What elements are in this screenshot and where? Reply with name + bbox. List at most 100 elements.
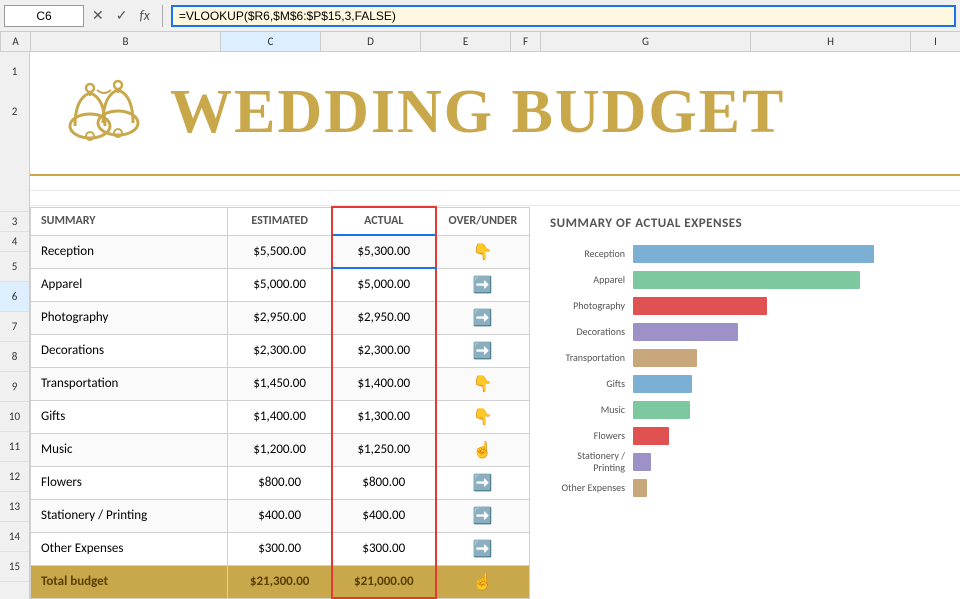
cell-over-under[interactable]: ➡️ [436,334,530,367]
chart-bar-row: Music [550,399,940,421]
chart-title: SUMMARY OF ACTUAL EXPENSES [550,216,940,231]
chart-bar-row: Stationery / Printing [550,451,940,473]
table-row[interactable]: Music $1,200.00 $1,250.00 ☝️ [31,433,530,466]
cell-reference-box[interactable] [4,5,84,27]
cell-over-under[interactable]: ➡️ [436,268,530,301]
cell-name[interactable]: Stationery / Printing [31,499,228,532]
chart-bar-label: Other Expenses [550,482,625,494]
cell-estimated[interactable]: $1,400.00 [228,400,332,433]
cell-actual[interactable]: $1,400.00 [332,367,436,400]
table-row[interactable]: Other Expenses $300.00 $300.00 ➡️ [31,532,530,565]
confirm-icon[interactable]: ✓ [112,7,132,24]
chart-section: SUMMARY OF ACTUAL EXPENSES Reception App… [530,206,960,599]
table-row[interactable]: Flowers $800.00 $800.00 ➡️ [31,466,530,499]
chart-bar [633,453,651,471]
chart-bar [633,297,767,315]
col-header-g[interactable]: G [541,32,751,51]
cell-estimated[interactable]: $1,200.00 [228,433,332,466]
cell-actual[interactable]: $5,300.00 [332,235,436,268]
col-header-h[interactable]: H [751,32,911,51]
cell-name[interactable]: Transportation [31,367,228,400]
budget-section: SUMMARY ESTIMATED ACTUAL OVER/UNDER Rece… [30,206,530,599]
col-header-c[interactable]: C [221,32,321,51]
cell-actual[interactable]: $5,000.00 [332,268,436,301]
row-num-5: 5 [0,252,29,282]
cell-total-actual: $21,000.00 [332,565,436,598]
table-row[interactable]: Transportation $1,450.00 $1,400.00 👇 [31,367,530,400]
row-num-11: 11 [0,432,29,462]
chart-bar-label: Music [550,404,625,416]
col-header-a[interactable]: A [1,32,31,51]
table-header-row: SUMMARY ESTIMATED ACTUAL OVER/UNDER [31,207,530,235]
row-num-6: 6 [0,282,29,312]
cell-name[interactable]: Other Expenses [31,532,228,565]
cell-estimated[interactable]: $5,500.00 [228,235,332,268]
chart-bar [633,271,860,289]
cell-over-under[interactable]: ➡️ [436,301,530,334]
table-row[interactable]: Stationery / Printing $400.00 $400.00 ➡️ [31,499,530,532]
cell-name[interactable]: Decorations [31,334,228,367]
bells-decoration [60,68,150,158]
cell-total-label: Total budget [31,565,228,598]
bells-svg [60,68,150,158]
chart-bar [633,349,697,367]
cell-over-under[interactable]: ➡️ [436,532,530,565]
chart-bar [633,375,692,393]
cell-estimated[interactable]: $1,450.00 [228,367,332,400]
cell-actual[interactable]: $400.00 [332,499,436,532]
cell-actual[interactable]: $800.00 [332,466,436,499]
formula-icon[interactable]: fx [135,7,153,24]
col-header-b[interactable]: B [31,32,221,51]
table-row[interactable]: Apparel $5,000.00 $5,000.00 ➡️ [31,268,530,301]
col-header-e[interactable]: E [421,32,511,51]
banner-row: WEDDING BUDGET [30,52,960,176]
chart-bar-label: Gifts [550,378,625,390]
cell-name[interactable]: Flowers [31,466,228,499]
cell-estimated[interactable]: $800.00 [228,466,332,499]
cell-over-under[interactable]: ☝️ [436,433,530,466]
cell-over-under[interactable]: 👇 [436,367,530,400]
sheet-content: WEDDING BUDGET SUMMARY ESTIMATED ACTUAL … [30,52,960,599]
cell-name[interactable]: Reception [31,235,228,268]
chart-bar-label: Stationery / Printing [550,450,625,474]
chart-bar-row: Transportation [550,347,940,369]
divider [162,5,163,27]
col-header-d[interactable]: D [321,32,421,51]
cell-actual[interactable]: $1,250.00 [332,433,436,466]
row-num-4: 4 [0,232,29,252]
spacer-row-3 [30,176,960,191]
col-header-i[interactable]: I [911,32,960,51]
cell-estimated[interactable]: $300.00 [228,532,332,565]
table-row[interactable]: Gifts $1,400.00 $1,300.00 👇 [31,400,530,433]
chart-bar-row: Gifts [550,373,940,395]
table-row[interactable]: Photography $2,950.00 $2,950.00 ➡️ [31,301,530,334]
chart-bar-label: Photography [550,300,625,312]
cell-over-under[interactable]: 👇 [436,400,530,433]
cell-actual[interactable]: $1,300.00 [332,400,436,433]
formula-bar[interactable] [171,5,956,27]
cell-actual[interactable]: $300.00 [332,532,436,565]
cell-over-under[interactable]: ➡️ [436,466,530,499]
cell-name[interactable]: Photography [31,301,228,334]
cell-name[interactable]: Gifts [31,400,228,433]
cell-estimated[interactable]: $5,000.00 [228,268,332,301]
cell-actual[interactable]: $2,950.00 [332,301,436,334]
cell-over-under[interactable]: ➡️ [436,499,530,532]
table-row[interactable]: Decorations $2,300.00 $2,300.00 ➡️ [31,334,530,367]
cell-over-under[interactable]: 👇 [436,235,530,268]
cell-estimated[interactable]: $400.00 [228,499,332,532]
col-header-f[interactable]: F [511,32,541,51]
cell-name[interactable]: Apparel [31,268,228,301]
cancel-icon[interactable]: ✕ [88,7,108,24]
cell-name[interactable]: Music [31,433,228,466]
cell-actual[interactable]: $2,300.00 [332,334,436,367]
table-row[interactable]: Reception $5,500.00 $5,300.00 👇 [31,235,530,268]
cell-estimated[interactable]: $2,300.00 [228,334,332,367]
chart-bar-row: Reception [550,243,940,265]
header-summary: SUMMARY [31,207,228,235]
chart-bar-label: Decorations [550,326,625,338]
chart-bar-row: Other Expenses [550,477,940,499]
cell-total-estimated: $21,300.00 [228,565,332,598]
cell-estimated[interactable]: $2,950.00 [228,301,332,334]
total-row[interactable]: Total budget $21,300.00 $21,000.00 ☝️ [31,565,530,598]
